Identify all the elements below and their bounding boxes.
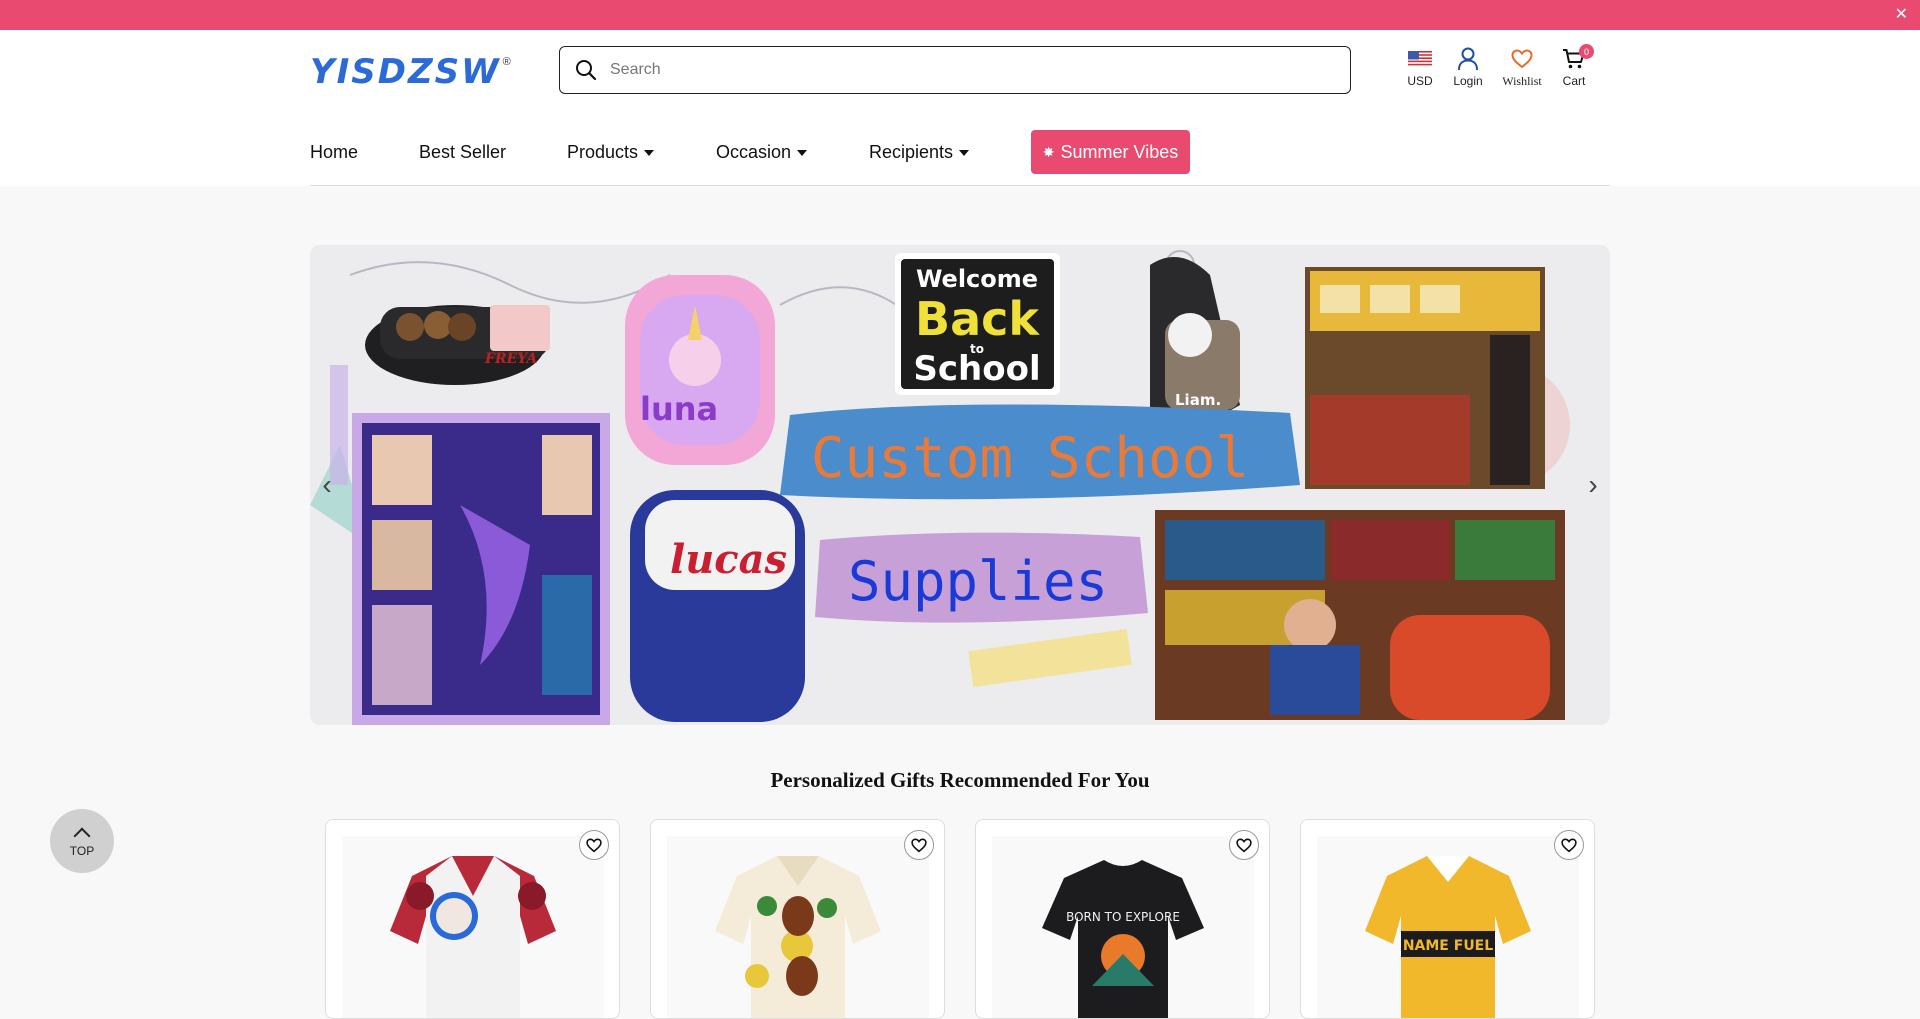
- nav-item-label: Products: [567, 142, 639, 162]
- header-actions: USD Login Wishlist 0 Cart: [1400, 44, 1594, 89]
- promo-label: Summer Vibes: [1060, 142, 1179, 162]
- banner-artwork: FREYA luna Welcome Back to School Liam. …: [310, 245, 1610, 725]
- promo-bar: ✕: [0, 0, 1920, 30]
- product-image[interactable]: [342, 836, 604, 1018]
- nav-item-home[interactable]: Home: [310, 130, 358, 174]
- site-header: YISDZSW ® USD: [0, 30, 1920, 114]
- registered-mark: ®: [502, 56, 511, 68]
- search-box[interactable]: [559, 46, 1351, 94]
- nav-promo-summer-vibes[interactable]: ✸ Summer Vibes: [1031, 130, 1190, 174]
- wishlist-heart-icon[interactable]: [1229, 830, 1259, 860]
- cart-label: Cart: [1562, 74, 1586, 88]
- section-title: Personalized Gifts Recommended For You: [770, 768, 1150, 792]
- product-print-text: BORN TO EXPLORE: [1066, 910, 1180, 924]
- main-nav: Home Best Seller Products Occasion Recip…: [0, 114, 1920, 186]
- carousel-prev-button[interactable]: ‹: [312, 467, 342, 503]
- cart-count-badge: 0: [1579, 44, 1594, 59]
- back-to-top-label: TOP: [69, 844, 95, 858]
- wishlist-label: Wishlist: [1502, 74, 1542, 88]
- banner-name-luna: luna: [640, 390, 718, 428]
- banner-name-lucas: lucas: [670, 536, 787, 583]
- currency-label: USD: [1407, 74, 1433, 88]
- nav-item-recipients[interactable]: Recipients: [869, 130, 970, 174]
- nav-item-label: Home: [310, 142, 359, 162]
- cart-icon: 0: [1562, 44, 1594, 74]
- product-image[interactable]: NAME FUEL: [1317, 836, 1579, 1018]
- login-link[interactable]: Login: [1448, 44, 1488, 89]
- close-icon[interactable]: ✕: [1895, 5, 1908, 25]
- nav-item-products[interactable]: Products: [567, 130, 655, 174]
- wishlist-heart-icon[interactable]: [579, 830, 609, 860]
- currency-selector[interactable]: USD: [1400, 44, 1440, 89]
- banner-welcome: Welcome: [916, 265, 1038, 293]
- hero-banner[interactable]: FREYA luna Welcome Back to School Liam. …: [310, 245, 1610, 725]
- carousel-next-button[interactable]: ›: [1578, 467, 1608, 503]
- banner-back: Back: [915, 292, 1040, 346]
- caret-down-icon: [644, 150, 655, 157]
- product-card[interactable]: [325, 819, 620, 1019]
- login-label: Login: [1453, 74, 1483, 88]
- product-card[interactable]: [650, 819, 945, 1019]
- chevron-up-icon: [73, 827, 91, 845]
- nav-item-label: Best Seller: [419, 142, 507, 162]
- banner-name-liam: Liam.: [1175, 391, 1221, 409]
- product-print-text: NAME FUEL: [1403, 938, 1493, 954]
- nav-item-best-seller[interactable]: Best Seller: [419, 130, 506, 174]
- back-to-top-button[interactable]: TOP: [50, 809, 114, 873]
- cart-link[interactable]: 0 Cart: [1554, 44, 1594, 89]
- product-card[interactable]: BORN TO EXPLORE: [975, 819, 1270, 1019]
- wishlist-heart-icon[interactable]: [904, 830, 934, 860]
- search-input[interactable]: [610, 61, 1310, 79]
- sparkle-icon: ✸: [1042, 144, 1055, 160]
- site-logo[interactable]: YISDZSW ®: [310, 52, 511, 92]
- product-image[interactable]: BORN TO EXPLORE: [992, 836, 1254, 1018]
- product-card[interactable]: NAME FUEL: [1300, 819, 1595, 1019]
- heart-icon: [1511, 44, 1533, 74]
- nav-item-label: Occasion: [716, 142, 792, 162]
- logo-text: YISDZSW: [310, 52, 501, 92]
- banner-school: School: [913, 349, 1040, 389]
- nav-item-label: Recipients: [869, 142, 954, 162]
- user-icon: [1457, 44, 1479, 74]
- banner-headline-1: Custom School: [811, 426, 1249, 491]
- banner-name-freya: FREYA: [484, 351, 537, 367]
- wishlist-link[interactable]: Wishlist: [1496, 44, 1548, 89]
- product-image[interactable]: [667, 836, 929, 1018]
- wishlist-heart-icon[interactable]: [1554, 830, 1584, 860]
- caret-down-icon: [797, 150, 808, 157]
- us-flag-icon: [1408, 44, 1432, 74]
- nav-item-occasion[interactable]: Occasion: [716, 130, 808, 174]
- caret-down-icon: [959, 150, 970, 157]
- banner-headline-2: Supplies: [848, 550, 1108, 613]
- search-icon[interactable]: [574, 58, 598, 82]
